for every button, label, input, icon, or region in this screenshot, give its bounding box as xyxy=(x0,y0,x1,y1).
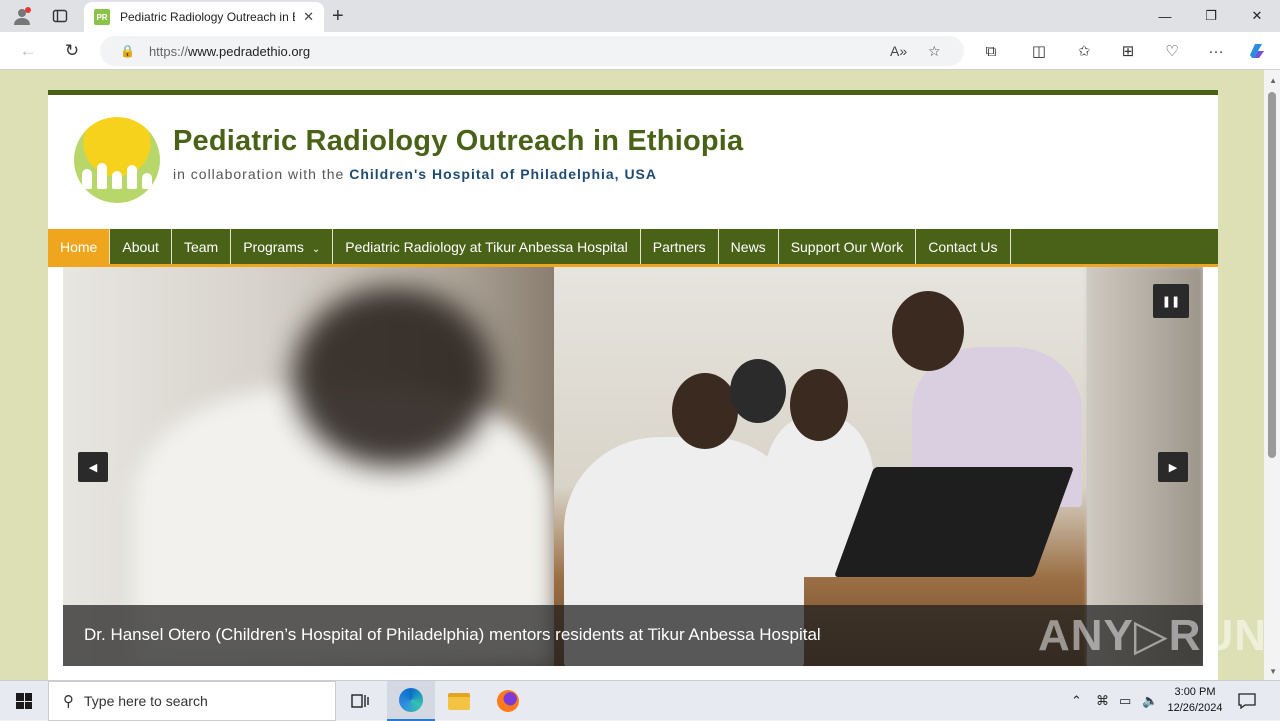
lock-icon: 🔒 xyxy=(120,44,135,58)
split-screen-icon[interactable]: ◫ xyxy=(1028,40,1050,62)
main-nav: Home About Team Programs ⌄ Pediatric Radi… xyxy=(48,229,1218,267)
prev-slide-icon[interactable]: ◀ xyxy=(78,452,108,482)
read-aloud-icon[interactable]: A» xyxy=(890,36,907,66)
slide-caption: Dr. Hansel Otero (Children’s Hospital of… xyxy=(63,605,1203,666)
minimize-icon[interactable]: — xyxy=(1142,0,1188,32)
active-tab[interactable]: PR Pediatric Radiology Outreach in E ✕ xyxy=(84,2,324,32)
restore-icon[interactable]: ❐ xyxy=(1188,0,1234,32)
edge-taskbar-icon[interactable] xyxy=(387,681,435,721)
start-button[interactable] xyxy=(0,681,48,721)
taskbar-clock[interactable]: 3:00 PM 12/26/2024 xyxy=(1160,684,1230,716)
nav-item-team[interactable]: Team xyxy=(172,229,232,264)
scroll-down-icon[interactable]: ▼ xyxy=(1269,667,1277,676)
copilot-icon[interactable] xyxy=(1246,40,1268,62)
nav-item-tikur-anbessa[interactable]: Pediatric Radiology at Tikur Anbessa Hos… xyxy=(333,229,641,264)
site-header: Pediatric Radiology Outreach in Ethiopia… xyxy=(48,95,1218,229)
scroll-up-icon[interactable]: ▲ xyxy=(1269,76,1277,85)
browser-essentials-icon[interactable]: ♡ xyxy=(1161,40,1183,62)
nav-item-contact[interactable]: Contact Us xyxy=(916,229,1011,264)
image-slider[interactable]: Dr. Hansel Otero (Children’s Hospital of… xyxy=(63,267,1203,666)
volume-icon[interactable]: 🔈 xyxy=(1142,681,1158,721)
tab-title: Pediatric Radiology Outreach in E xyxy=(120,10,295,24)
close-tab-icon[interactable]: ✕ xyxy=(303,9,314,25)
tab-actions-icon[interactable] xyxy=(50,6,70,26)
scroll-thumb[interactable] xyxy=(1268,92,1276,458)
taskbar-search-input[interactable]: ⚲ Type here to search xyxy=(48,681,336,721)
tray-device-icon[interactable]: ⌘ xyxy=(1096,681,1109,721)
next-slide-icon[interactable]: ▶ xyxy=(1158,452,1188,482)
nav-item-programs-label: Programs xyxy=(243,238,304,255)
nav-item-about[interactable]: About xyxy=(110,229,172,264)
favorites-icon[interactable]: ✩ xyxy=(1073,40,1095,62)
anyrun-watermark: ANY▷RUN xyxy=(1038,611,1268,660)
pause-icon[interactable]: ❚❚ xyxy=(1153,284,1189,318)
address-input[interactable]: 🔒 https://www.pedradethio.org A» ☆ xyxy=(100,36,964,66)
url-text: https://www.pedradethio.org xyxy=(148,43,311,59)
refresh-icon[interactable]: ↻ xyxy=(60,40,84,62)
search-icon: ⚲ xyxy=(63,693,74,710)
nav-item-programs[interactable]: Programs ⌄ xyxy=(231,229,334,264)
tray-chevron-up-icon[interactable]: ⌃ xyxy=(1071,681,1082,721)
favorite-star-icon[interactable]: ☆ xyxy=(928,36,941,66)
page-viewport: Pediatric Radiology Outreach in Ethiopia… xyxy=(0,70,1280,680)
logo-figures xyxy=(82,161,152,189)
address-toolbar: ← ↻ 🔒 https://www.pedradethio.org A» ☆ ⧉… xyxy=(0,32,1280,70)
collections-icon[interactable]: ⊞ xyxy=(1117,40,1139,62)
site-logo[interactable] xyxy=(74,117,160,203)
page-scrollbar[interactable]: ▲ ▼ xyxy=(1264,70,1280,680)
site-favicon-icon: PR xyxy=(94,9,110,25)
profile-icon[interactable] xyxy=(12,6,32,26)
chevron-down-icon: ⌄ xyxy=(311,244,321,255)
site-subtitle: in collaboration with the Children's Hos… xyxy=(173,166,658,182)
nav-item-partners[interactable]: Partners xyxy=(641,229,719,264)
windows-logo-icon xyxy=(16,693,32,709)
browser-tab-bar: PR Pediatric Radiology Outreach in E ✕ +… xyxy=(0,0,1280,32)
nav-item-news[interactable]: News xyxy=(719,229,779,264)
file-explorer-icon[interactable] xyxy=(435,681,483,721)
more-menu-icon[interactable]: ··· xyxy=(1205,40,1227,62)
task-view-icon[interactable] xyxy=(336,681,384,721)
network-icon[interactable]: ▭ xyxy=(1119,681,1131,721)
new-tab-icon[interactable]: + xyxy=(332,6,344,26)
firefox-icon[interactable] xyxy=(484,681,532,721)
notifications-icon[interactable] xyxy=(1238,681,1256,721)
back-icon[interactable]: ← xyxy=(16,40,40,62)
search-placeholder: Type here to search xyxy=(84,693,208,709)
site-title[interactable]: Pediatric Radiology Outreach in Ethiopia xyxy=(173,125,743,158)
nav-item-home[interactable]: Home xyxy=(48,229,111,264)
close-window-icon[interactable]: ✕ xyxy=(1234,0,1280,32)
windows-taskbar: ⚲ Type here to search ⌃ ⌘ ▭ 🔈 3:00 PM 12… xyxy=(0,680,1280,721)
clock-date: 12/26/2024 xyxy=(1167,702,1223,714)
site-container: Pediatric Radiology Outreach in Ethiopia… xyxy=(48,90,1218,680)
extensions-icon[interactable]: ⧉ xyxy=(980,40,1002,62)
clock-time: 3:00 PM xyxy=(1174,686,1216,698)
nav-item-support[interactable]: Support Our Work xyxy=(779,229,917,264)
